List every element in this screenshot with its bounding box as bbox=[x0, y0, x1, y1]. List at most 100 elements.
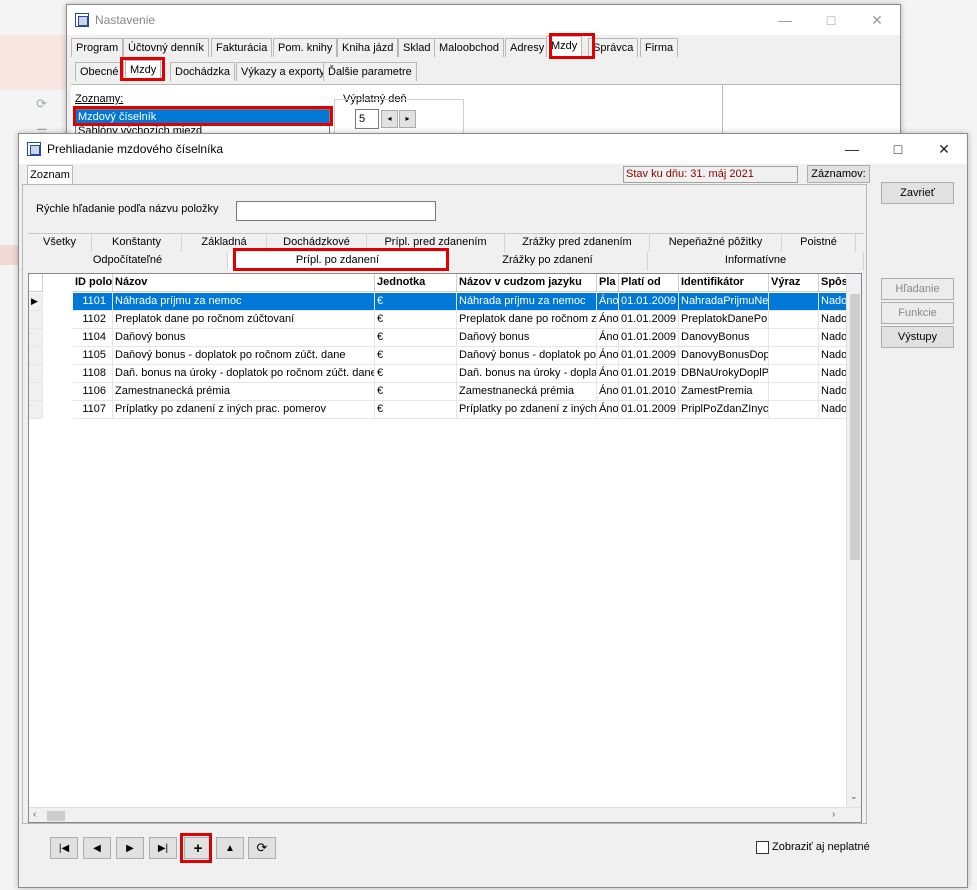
add-record-icon[interactable]: + bbox=[184, 837, 212, 859]
refresh-icon: ⟳ bbox=[36, 96, 47, 111]
category-tab[interactable]: Zrážky pred zdanením bbox=[505, 234, 650, 252]
table-cell: 1108 bbox=[73, 365, 113, 383]
tab--tovn-denn-k[interactable]: Účtovný denník bbox=[123, 38, 209, 57]
table-cell: € bbox=[375, 329, 457, 347]
tab-pom-knihy[interactable]: Pom. knihy bbox=[273, 38, 338, 57]
column-header[interactable]: Spôs bbox=[819, 274, 847, 292]
payday-decrement-button[interactable]: ◂ bbox=[381, 110, 398, 128]
table-cell: € bbox=[375, 293, 457, 311]
tab-program[interactable]: Program bbox=[71, 38, 124, 57]
column-header[interactable]: ID polo bbox=[73, 274, 113, 292]
maximize-button[interactable]: □ bbox=[808, 5, 854, 35]
table-row[interactable]: 1104 Daňový bonus € Daňový bonus Áno 01.01.20… bbox=[29, 329, 861, 347]
table-row[interactable]: 1105 Daňový bonus - doplatok po ročnom zú… bbox=[29, 347, 861, 365]
payroll-items-table[interactable]: ID polo Názov Jednotka Názov v cudzom jazyk… bbox=[28, 273, 862, 823]
table-cell: Áno bbox=[597, 383, 619, 401]
tab-faktur-cia[interactable]: Fakturácia bbox=[211, 38, 273, 57]
subtab-v-kazy-a-exporty[interactable]: Výkazy a exporty bbox=[236, 62, 330, 81]
records-button[interactable]: Záznamov: bbox=[807, 165, 870, 183]
category-tab[interactable]: Prípl. pred zdanením bbox=[367, 234, 505, 252]
settings-window: Nastavenie — □ ✕ Program Účtovný denník Fa… bbox=[66, 4, 901, 147]
tab-firma[interactable]: Firma bbox=[640, 38, 679, 57]
lists-label: Zoznamy: bbox=[75, 93, 124, 105]
category-tab[interactable]: Odpočítateľné bbox=[28, 252, 228, 270]
table-cell: Nado bbox=[819, 347, 847, 365]
category-tab[interactable]: Konštanty bbox=[92, 234, 182, 252]
refresh-icon[interactable]: ⟳ bbox=[248, 837, 276, 859]
tab-zoznam[interactable]: Zoznam bbox=[27, 165, 73, 185]
show-invalid-checkbox[interactable] bbox=[756, 841, 769, 854]
category-tab[interactable]: Informatívne bbox=[648, 252, 864, 270]
table-cell bbox=[769, 329, 819, 347]
category-tab[interactable]: Dochádzkové bbox=[267, 234, 367, 252]
column-header[interactable]: Pla bbox=[597, 274, 619, 292]
table-cell: Zamestnanecká prémia bbox=[113, 383, 375, 401]
tab-spr-vca[interactable]: Správca bbox=[588, 38, 639, 57]
scroll-right-icon[interactable]: › bbox=[832, 809, 835, 820]
list-item[interactable]: Mzdový číselník bbox=[76, 110, 329, 124]
vertical-scrollbar[interactable]: ⌄ bbox=[846, 274, 861, 807]
table-cell: 1107 bbox=[73, 401, 113, 419]
table-row[interactable]: 1102 Preplatok dane po ročnom zúčtovaní € P… bbox=[29, 311, 861, 329]
category-tab[interactable]: Zrážky po zdanení bbox=[448, 252, 648, 270]
tab-sklad[interactable]: Sklad bbox=[398, 38, 436, 57]
table-cell: Daňový bonus bbox=[457, 329, 597, 347]
maximize-button[interactable]: □ bbox=[875, 134, 921, 164]
column-header[interactable]: Názov v cudzom jazyku bbox=[457, 274, 597, 292]
category-tab[interactable]: Základná bbox=[182, 234, 267, 252]
functions-button[interactable]: Funkcie bbox=[881, 302, 954, 324]
table-cell: Áno bbox=[597, 293, 619, 311]
column-header[interactable]: Názov bbox=[113, 274, 375, 292]
table-cell: 1106 bbox=[73, 383, 113, 401]
tab-kniha-j-zd[interactable]: Kniha jázd bbox=[337, 38, 399, 57]
outputs-button[interactable]: Výstupy bbox=[881, 326, 954, 348]
search-button[interactable]: Hľadanie bbox=[881, 278, 954, 300]
category-tab[interactable]: Prípl. po zdanení bbox=[228, 252, 448, 270]
scrollbar-thumb[interactable] bbox=[850, 294, 860, 560]
table-cell: Preplatok dane po ročnom zúčtovaní bbox=[113, 311, 375, 329]
table-cell: Áno bbox=[597, 347, 619, 365]
close-button[interactable]: ✕ bbox=[854, 5, 900, 35]
minimize-button[interactable]: — bbox=[762, 5, 808, 35]
scroll-left-icon[interactable]: ‹ bbox=[33, 809, 36, 820]
table-row[interactable]: 1106 Zamestnanecká prémia € Zamestnanecká p… bbox=[29, 383, 861, 401]
category-tab[interactable]: Poistné bbox=[782, 234, 856, 252]
payday-increment-button[interactable]: ▸ bbox=[399, 110, 416, 128]
payday-input[interactable] bbox=[355, 109, 379, 129]
move-up-icon[interactable]: ▲ bbox=[216, 837, 244, 859]
table-row[interactable]: ▶ 1101 Náhrada príjmu za nemoc € Náhrada prí… bbox=[29, 293, 861, 311]
table-cell: 1104 bbox=[73, 329, 113, 347]
horizontal-scrollbar[interactable]: ‹ › bbox=[29, 807, 861, 822]
category-tab[interactable]: Nepeňažné pôžitky bbox=[650, 234, 782, 252]
column-header[interactable]: Jednotka bbox=[375, 274, 457, 292]
table-row[interactable]: 1107 Príplatky po zdanení z iných prac. p… bbox=[29, 401, 861, 419]
table-cell: DanovyBonus bbox=[679, 329, 769, 347]
search-input[interactable] bbox=[236, 201, 436, 221]
close-window-button[interactable]: Zavrieť bbox=[881, 182, 954, 204]
table-cell bbox=[769, 365, 819, 383]
first-record-icon[interactable]: |◀ bbox=[50, 837, 78, 859]
table-row[interactable]: 1108 Daň. bonus na úroky - doplatok po ro… bbox=[29, 365, 861, 383]
last-record-icon[interactable]: ▶| bbox=[149, 837, 177, 859]
table-cell: PreplatokDanePoF bbox=[679, 311, 769, 329]
table-cell bbox=[769, 293, 819, 311]
category-tab[interactable]: Všetky bbox=[28, 234, 92, 252]
column-header[interactable]: Platí od bbox=[619, 274, 679, 292]
row-indicator bbox=[29, 329, 43, 347]
subtab-doch-dzka[interactable]: Dochádzka bbox=[170, 62, 236, 81]
subtab--al-ie-parametre[interactable]: Ďalšie parametre bbox=[323, 62, 417, 81]
next-record-icon[interactable]: ▶ bbox=[116, 837, 144, 859]
row-indicator bbox=[29, 401, 43, 419]
column-header[interactable]: Identifikátor bbox=[679, 274, 769, 292]
scroll-down-icon[interactable]: ⌄ bbox=[850, 791, 858, 802]
tab-mzdy[interactable]: Mzdy bbox=[546, 36, 583, 57]
minimize-button[interactable]: — bbox=[829, 134, 875, 164]
subtab-mzdy[interactable]: Mzdy bbox=[125, 60, 162, 81]
subtab-obecn-[interactable]: Obecné bbox=[75, 62, 124, 81]
column-header[interactable]: Výraz bbox=[769, 274, 819, 292]
close-button[interactable]: ✕ bbox=[921, 134, 967, 164]
tab-maloobchod[interactable]: Maloobchod bbox=[434, 38, 504, 57]
tab-adresy[interactable]: Adresy bbox=[505, 38, 550, 57]
previous-record-icon[interactable]: ◀ bbox=[83, 837, 111, 859]
hscroll-thumb[interactable] bbox=[47, 811, 65, 821]
